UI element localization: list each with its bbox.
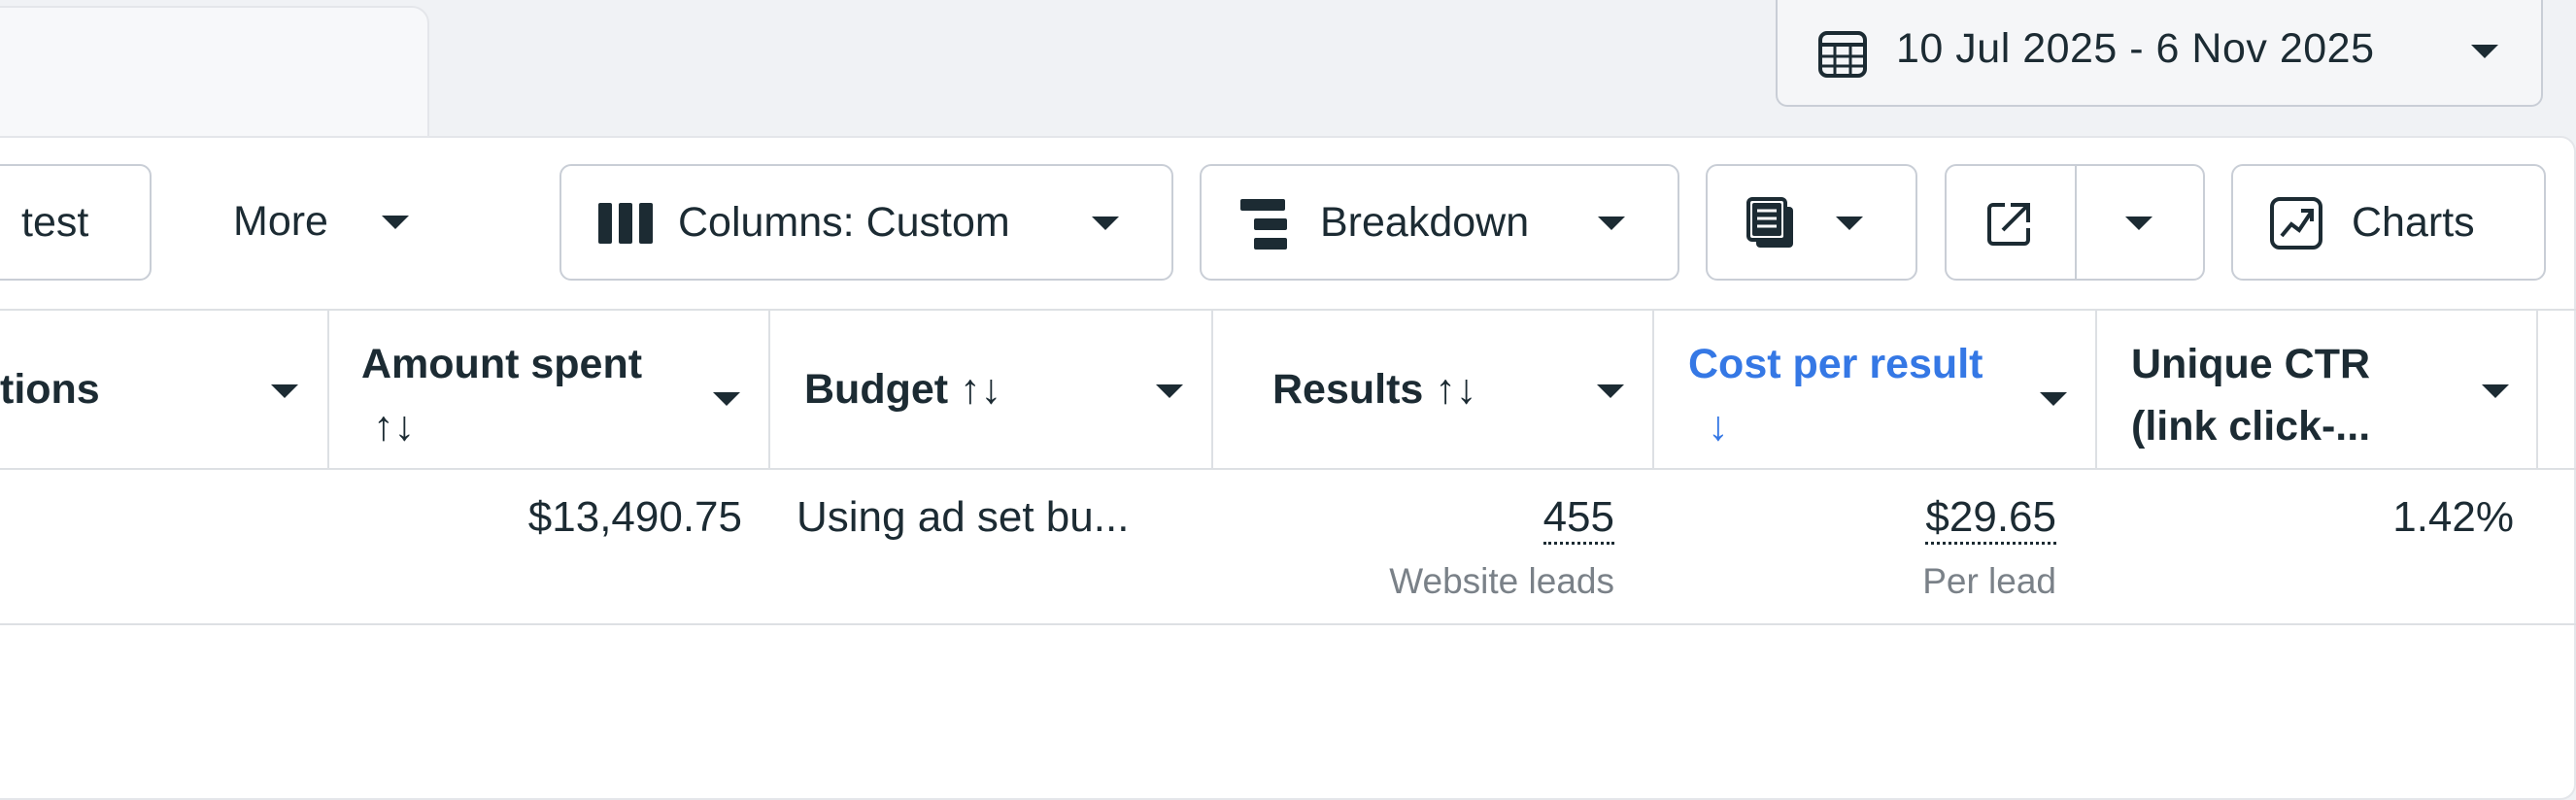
results-subtext: Website leads: [1389, 561, 1614, 601]
columns-button-label: Columns: Custom: [678, 199, 1010, 246]
table-header-bottom-border: [0, 468, 2576, 470]
chevron-down-icon[interactable]: [713, 392, 740, 406]
column-header-label: Cost per result: [1688, 341, 1983, 387]
cost-per-result-subtext: Per lead: [1922, 561, 2056, 601]
chevron-down-icon[interactable]: [271, 384, 298, 398]
chevron-down-icon[interactable]: [2482, 384, 2509, 398]
chevron-down-icon: [1598, 217, 1625, 230]
breakdown-button-label: Breakdown: [1320, 199, 1530, 246]
chevron-down-icon: [1092, 217, 1119, 230]
chevron-down-icon[interactable]: [2125, 217, 2152, 230]
table-header-top-border: [0, 309, 2576, 311]
results-value[interactable]: 455: [1542, 493, 1614, 545]
column-header-label: Budget ↑↓: [804, 366, 1002, 413]
amount-spent-value: $13,490.75: [527, 493, 742, 541]
column-header-label: Unique CTR: [2131, 341, 2371, 387]
export-split-button: [1945, 164, 2205, 281]
calendar-icon: [1816, 27, 1869, 84]
chevron-down-icon: [2471, 45, 2498, 58]
charts-button-label: Charts: [2352, 199, 2475, 246]
charts-button[interactable]: Charts: [2231, 164, 2546, 281]
column-divider: [768, 309, 770, 468]
reports-button[interactable]: [1706, 164, 1917, 281]
column-header-label: Amount spent: [361, 341, 643, 387]
sort-icon[interactable]: ↓: [1708, 396, 1729, 456]
chevron-down-icon[interactable]: [382, 216, 409, 229]
reports-icon: [1746, 197, 1801, 262]
breakdown-icon: [1240, 199, 1289, 260]
cost-per-result-value[interactable]: $29.65: [1925, 493, 2056, 545]
chevron-down-icon: [1836, 217, 1863, 230]
budget-value: Using ad set bu...: [797, 493, 1130, 541]
sort-icon[interactable]: ↑↓: [373, 396, 415, 456]
column-divider: [327, 309, 329, 468]
column-header-label: tions: [0, 366, 100, 413]
columns-button[interactable]: Columns: Custom: [559, 164, 1173, 281]
split-divider: [2075, 166, 2077, 279]
unique-ctr-value: 1.42%: [2392, 493, 2514, 541]
column-header-label-line2: (link click-...: [2131, 403, 2371, 450]
table-row-bottom-border: [0, 623, 2576, 625]
test-button[interactable]: test: [0, 164, 152, 281]
column-header-label: Results ↑↓: [1272, 366, 1477, 413]
chevron-down-icon[interactable]: [1156, 384, 1183, 398]
tab-card[interactable]: s: [0, 6, 429, 155]
date-range-button[interactable]: 10 Jul 2025 - 6 Nov 2025: [1776, 0, 2543, 107]
column-divider: [1652, 309, 1654, 468]
breakdown-button[interactable]: Breakdown: [1200, 164, 1679, 281]
test-button-label: test: [21, 199, 89, 246]
chevron-down-icon[interactable]: [1597, 384, 1624, 398]
more-button[interactable]: More: [233, 198, 328, 246]
date-range-label: 10 Jul 2025 - 6 Nov 2025: [1896, 25, 2375, 72]
column-divider: [2095, 309, 2097, 468]
column-divider: [1211, 309, 1213, 468]
export-icon[interactable]: [1985, 201, 2032, 258]
columns-icon: [598, 203, 653, 254]
charts-icon: [2270, 197, 2322, 260]
chevron-down-icon[interactable]: [2040, 392, 2067, 406]
column-divider: [2536, 309, 2538, 468]
